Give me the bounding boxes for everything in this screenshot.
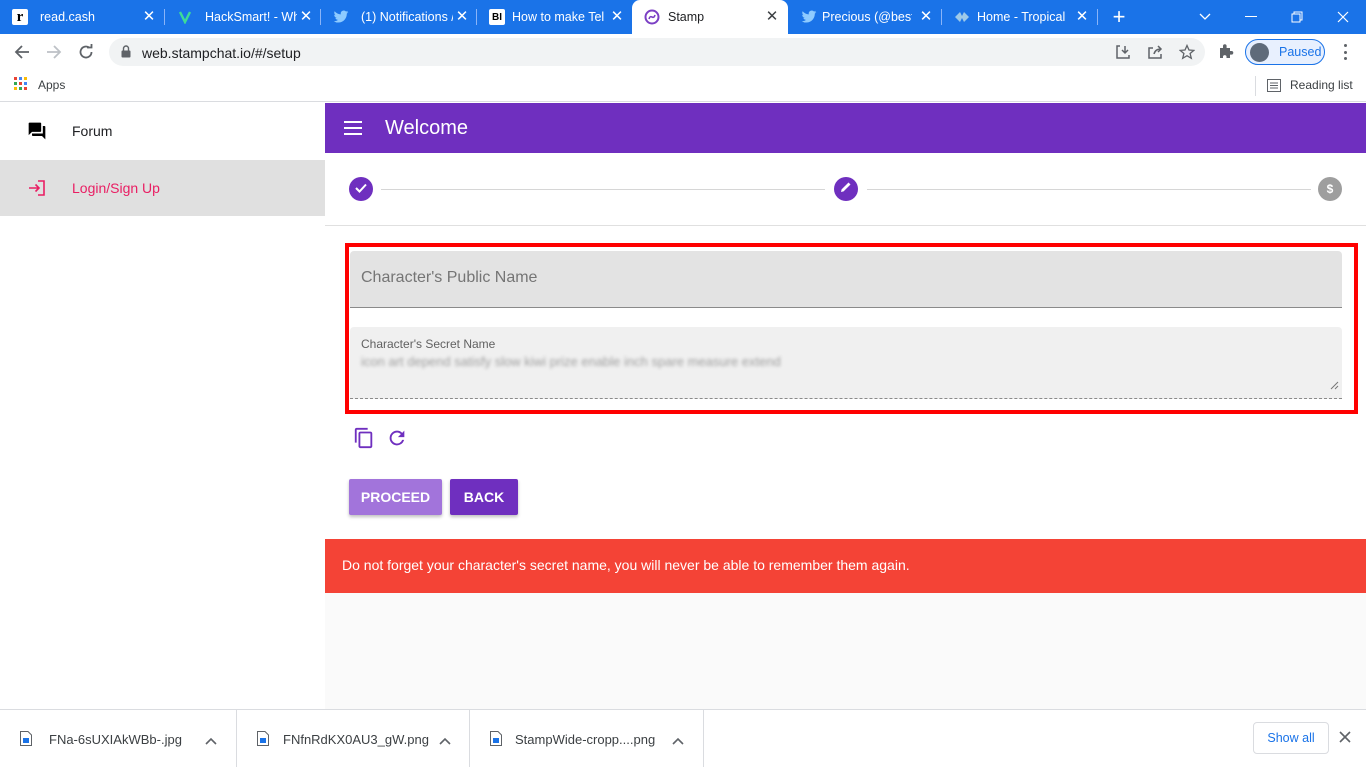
image-file-icon [20, 731, 32, 751]
sidebar-item-login[interactable]: Login/Sign Up [0, 160, 325, 216]
page-content: Forum Login/Sign Up Welcome $ Character'… [0, 103, 1366, 709]
reload-icon[interactable] [74, 40, 98, 64]
apps-grid-icon[interactable] [14, 77, 27, 90]
copy-icon[interactable] [352, 426, 376, 450]
tab-search-icon[interactable] [1182, 0, 1228, 34]
tab-close-icon[interactable]: ✕ [141, 9, 157, 25]
secret-name-value[interactable]: icon art depend satisfy slow kiwi prize … [361, 354, 781, 369]
bookmark-star-icon[interactable] [1178, 43, 1196, 61]
pencil-icon [840, 180, 852, 198]
reading-list-button[interactable]: Reading list [1290, 78, 1353, 92]
new-tab-icon[interactable]: + [1109, 6, 1129, 28]
tab-strip: r read.cash ✕ HackSmart! - Wh ✕ (1) Noti… [0, 0, 1366, 34]
twitter-icon [333, 9, 349, 25]
tab-notifications[interactable]: (1) Notifications / ✕ [321, 0, 476, 34]
lock-icon [121, 45, 131, 63]
secret-name-field[interactable]: Character's Secret Name icon art depend … [350, 327, 1342, 399]
tab-precious[interactable]: Precious (@besti ✕ [789, 0, 941, 34]
tab-tropical[interactable]: Home - Tropical ✕ [942, 0, 1097, 34]
setup-stepper: $ [325, 153, 1366, 226]
tab-hacksmart[interactable]: HackSmart! - Wh ✕ [165, 0, 320, 34]
read-cash-icon: r [12, 9, 28, 25]
step-done [349, 177, 373, 201]
stamp-icon [644, 9, 660, 25]
public-name-field[interactable]: Character's Public Name [350, 251, 1342, 308]
tab-close-icon[interactable]: ✕ [454, 9, 470, 25]
tab-close-icon[interactable]: ✕ [1074, 9, 1090, 25]
resize-handle-icon[interactable] [1330, 377, 1339, 395]
tab-close-icon[interactable]: ✕ [609, 9, 625, 25]
tab-stamp[interactable]: Stamp ✕ [632, 0, 788, 34]
image-file-icon [257, 731, 269, 751]
regenerate-icon[interactable] [385, 426, 409, 450]
image-file-icon [490, 731, 502, 751]
download-item[interactable]: StampWide-cropp....png [470, 710, 704, 767]
app-bar: Welcome [325, 103, 1366, 153]
browser-menu-icon[interactable] [1337, 42, 1353, 62]
tab-close-icon[interactable]: ✕ [298, 9, 314, 25]
forward-arrow-icon[interactable] [42, 40, 66, 64]
close-window-icon[interactable] [1320, 0, 1366, 34]
tropical-icon [954, 9, 970, 25]
install-app-icon[interactable] [1114, 43, 1132, 61]
page-title: Welcome [385, 117, 468, 139]
nav-drawer: Forum Login/Sign Up [0, 103, 325, 709]
extensions-puzzle-icon[interactable] [1218, 43, 1234, 64]
login-icon [27, 178, 47, 198]
minimize-icon[interactable] [1228, 0, 1274, 34]
avatar [1250, 43, 1269, 62]
close-icon[interactable] [1339, 730, 1351, 748]
main-panel: Welcome $ Character's Public Name Charac… [325, 103, 1366, 709]
share-icon[interactable] [1146, 43, 1164, 61]
apps-bookmark[interactable]: Apps [38, 78, 65, 92]
step-pending: $ [1318, 177, 1342, 201]
hacksmart-icon [177, 9, 193, 25]
sidebar-item-forum[interactable]: Forum [0, 103, 325, 159]
tab-close-icon[interactable]: ✕ [764, 9, 780, 25]
check-icon [355, 180, 367, 198]
bookmarks-bar: Apps Reading list [0, 70, 1366, 102]
hamburger-menu-icon[interactable] [344, 121, 362, 135]
proceed-button[interactable]: PROCEED [349, 479, 442, 515]
warning-alert: Do not forget your character's secret na… [325, 539, 1366, 593]
back-button[interactable]: BACK [450, 479, 518, 515]
reading-list-icon[interactable] [1267, 79, 1281, 97]
address-bar[interactable]: web.stampchat.io/#/setup [109, 38, 1205, 66]
business-insider-icon: BI [489, 9, 505, 25]
back-arrow-icon[interactable] [10, 40, 34, 64]
browser-toolbar: web.stampchat.io/#/setup Paused [0, 34, 1366, 70]
tab-close-icon[interactable]: ✕ [918, 9, 934, 25]
restore-icon[interactable] [1274, 0, 1320, 34]
dollar-icon: $ [1326, 182, 1334, 196]
tab-business-insider[interactable]: BI How to make Tel ✕ [477, 0, 631, 34]
show-all-button[interactable]: Show all [1253, 722, 1329, 754]
profile-button[interactable]: Paused [1245, 39, 1325, 65]
downloads-bar: FNa-6sUXIAkWBb-.jpg FNfnRdKX0AU3_gW.png … [0, 709, 1366, 767]
download-item[interactable]: FNa-6sUXIAkWBb-.jpg [0, 710, 237, 767]
chevron-up-icon[interactable] [439, 732, 451, 750]
chevron-up-icon[interactable] [672, 732, 684, 750]
tab-read-cash[interactable]: r read.cash ✕ [0, 0, 163, 34]
url-text[interactable]: web.stampchat.io/#/setup [142, 45, 301, 61]
forum-icon [27, 121, 47, 141]
download-item[interactable]: FNfnRdKX0AU3_gW.png [237, 710, 470, 767]
setup-form: Character's Public Name Character's Secr… [325, 226, 1366, 539]
twitter-icon [801, 9, 817, 25]
step-current [834, 177, 858, 201]
chevron-up-icon[interactable] [205, 732, 217, 750]
